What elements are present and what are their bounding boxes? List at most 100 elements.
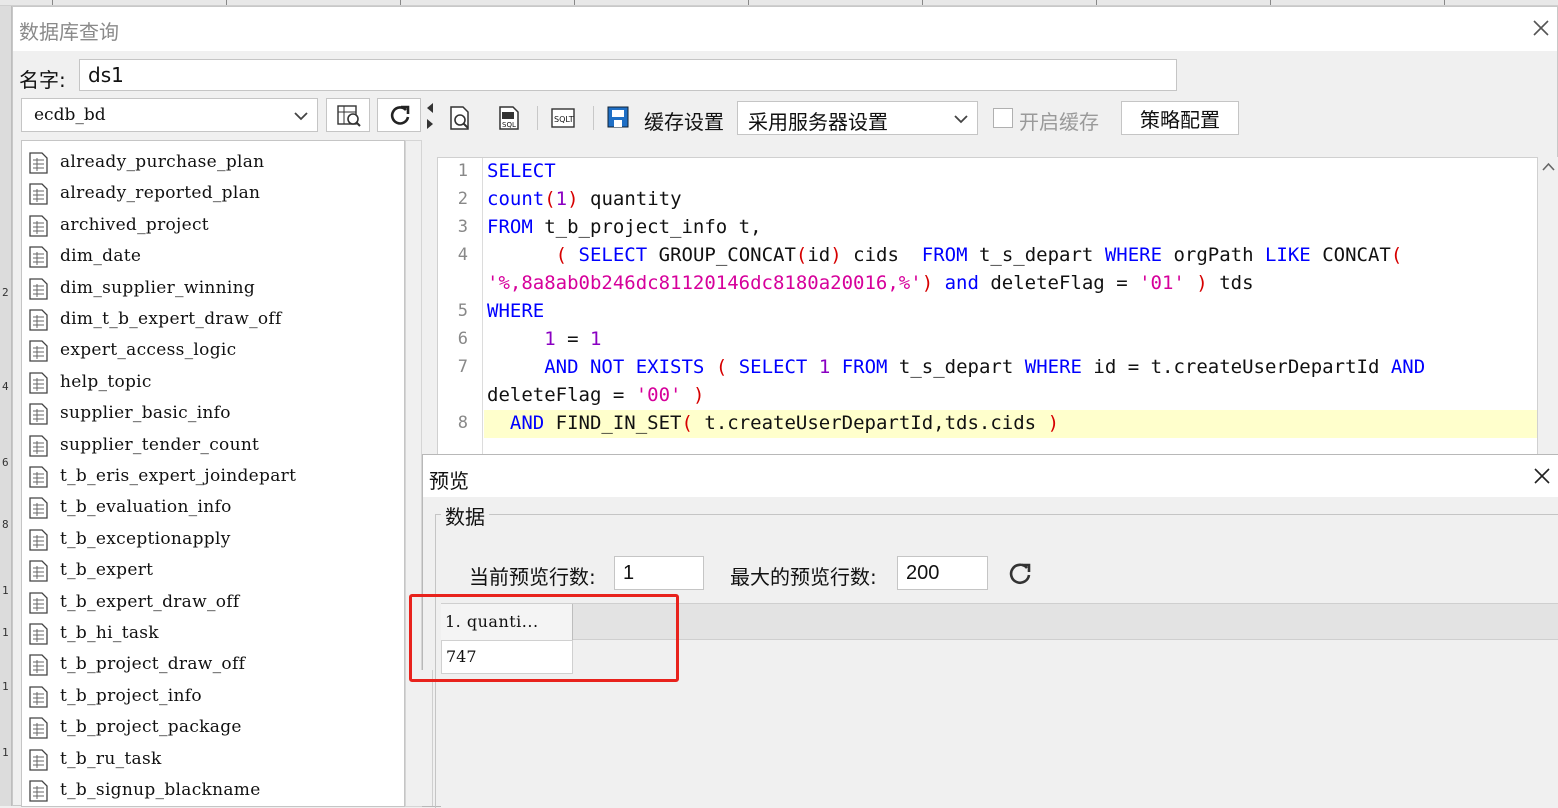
table-name: help_topic xyxy=(60,371,152,392)
cache-mode-select[interactable]: 采用服务器设置 xyxy=(737,101,978,135)
table-name: t_b_project_draw_off xyxy=(60,654,246,675)
code-line: ( SELECT GROUP_CONCAT(id) cids FROM t_s_… xyxy=(555,244,1403,266)
table-list-item[interactable]: t_b_exceptionapply xyxy=(22,524,404,555)
table-list-item[interactable]: already_reported_plan xyxy=(22,178,404,209)
table-icon xyxy=(29,152,48,174)
line-number: 2 xyxy=(457,189,468,209)
table-list-item[interactable]: t_b_project_draw_off xyxy=(22,649,404,680)
refresh-tables-button[interactable] xyxy=(377,98,421,132)
chevron-up-icon xyxy=(1542,162,1555,171)
refresh-icon[interactable] xyxy=(1007,561,1035,589)
table-icon xyxy=(29,623,48,645)
enable-cache-checkbox[interactable] xyxy=(993,108,1013,128)
strip-digit: 1 xyxy=(2,680,9,693)
line-number: 1 xyxy=(457,161,468,181)
table-name: already_reported_plan xyxy=(60,183,261,204)
strip-digit: 2 xyxy=(2,286,9,299)
preview-search-icon[interactable] xyxy=(447,104,475,132)
table-search-icon xyxy=(337,105,361,127)
table-icon xyxy=(29,748,48,771)
table-name: dim_date xyxy=(60,246,142,267)
strip-digit: 1 xyxy=(2,746,9,759)
sql-format-icon[interactable]: SQLT xyxy=(549,104,577,132)
sql-search-button[interactable] xyxy=(326,98,370,132)
code-line: FROM t_b_project_info t, xyxy=(487,216,762,238)
preview-left-scrollbar xyxy=(421,670,433,806)
table-list-item[interactable]: dim_t_b_expert_draw_off xyxy=(22,304,404,335)
table-icon xyxy=(29,246,48,268)
table-name: expert_access_logic xyxy=(60,340,237,361)
cache-mode-value: 采用服务器设置 xyxy=(748,110,888,134)
table-list-item[interactable]: t_b_hi_task xyxy=(22,618,404,649)
line-number: 8 xyxy=(457,413,468,433)
table-list-item[interactable]: t_b_signup_blackname xyxy=(22,775,404,806)
line-number-gutter: 1 2 3 4 5 6 7 8 xyxy=(438,158,483,456)
table-name: archived_project xyxy=(60,214,209,235)
table-icon xyxy=(29,215,48,237)
table-list: already_purchase_plan already_reported_pl… xyxy=(21,140,405,807)
table-list-item[interactable]: help_topic xyxy=(22,367,404,398)
dialog-title: 数据库查询 xyxy=(19,20,119,44)
table-list-item[interactable]: dim_supplier_winning xyxy=(22,273,404,304)
sql-editor[interactable]: 1 2 3 4 5 6 7 8 SELECT count(1) quantity… xyxy=(437,157,1538,457)
table-list-scrollbar[interactable] xyxy=(405,140,422,807)
table-name: t_b_project_package xyxy=(60,717,242,738)
line-number: 6 xyxy=(457,329,468,349)
line-number: 7 xyxy=(457,357,468,377)
table-list-item[interactable]: supplier_basic_info xyxy=(22,398,404,429)
table-list-item[interactable]: t_b_evaluation_info xyxy=(22,492,404,523)
current-rows-label: 当前预览行数: xyxy=(469,565,596,589)
max-rows-input[interactable] xyxy=(897,556,988,590)
table-name: t_b_signup_blackname xyxy=(60,780,261,800)
table-name: t_b_evaluation_info xyxy=(60,497,232,518)
collapse-arrows-icon[interactable] xyxy=(425,101,435,131)
current-rows-input[interactable] xyxy=(614,556,704,590)
table-name: supplier_basic_info xyxy=(60,403,231,424)
database-select[interactable]: ecdb_bd xyxy=(21,98,318,132)
code-line: AND NOT EXISTS ( SELECT 1 FROM t_s_depar… xyxy=(544,356,1426,378)
table-name: dim_supplier_winning xyxy=(60,277,256,298)
line-number: 3 xyxy=(457,217,468,237)
sql-file-icon[interactable]: SQL xyxy=(495,104,523,132)
table-list-item[interactable]: expert_access_logic xyxy=(22,335,404,366)
code-line: count(1) quantity xyxy=(487,188,682,210)
table-list-item[interactable]: t_b_ru_task xyxy=(22,744,404,775)
preview-title: 预览 xyxy=(429,469,469,493)
table-list-item[interactable]: t_b_expert_draw_off xyxy=(22,587,404,618)
policy-config-button[interactable]: 策略配置 xyxy=(1121,101,1239,135)
table-name: t_b_expert xyxy=(60,560,154,581)
close-icon[interactable] xyxy=(1529,16,1553,40)
line-number: 5 xyxy=(457,301,468,321)
table-list-item[interactable]: already_purchase_plan xyxy=(22,147,404,178)
table-name: t_b_ru_task xyxy=(60,748,162,769)
table-list-item[interactable]: archived_project xyxy=(22,210,404,241)
table-icon xyxy=(29,654,48,677)
table-icon xyxy=(29,403,48,425)
table-name: supplier_tender_count xyxy=(60,434,260,455)
table-icon xyxy=(29,277,48,300)
strip-digit: 1 xyxy=(2,626,9,639)
editor-scrollbar[interactable] xyxy=(1538,157,1558,457)
data-group-title: 数据 xyxy=(441,501,489,530)
name-input[interactable] xyxy=(79,59,1177,91)
editor-toolbar: SQL SQLT 缓存设置 采用服务器设置 开启缓存 策略配置 xyxy=(437,98,1558,136)
code-line: WHERE xyxy=(487,300,545,322)
code-line: '%,8a8ab0b246dc81120146dc8180a20016,%') … xyxy=(487,272,1254,294)
cache-settings-icon[interactable] xyxy=(605,104,633,132)
table-list-item[interactable]: t_b_project_package xyxy=(22,712,404,743)
svg-text:SQLT: SQLT xyxy=(554,115,574,124)
table-list-item[interactable]: t_b_project_info xyxy=(22,681,404,712)
table-icon xyxy=(29,780,48,802)
table-list-item[interactable]: t_b_eris_expert_joindepart xyxy=(22,461,404,492)
strip-digit: 1 xyxy=(2,584,9,597)
table-list-item[interactable]: supplier_tender_count xyxy=(22,430,404,461)
code-line: 1 = 1 xyxy=(544,328,602,350)
table-list-item[interactable]: t_b_expert xyxy=(22,555,404,586)
red-highlight-box xyxy=(409,594,679,682)
table-name: t_b_expert_draw_off xyxy=(60,591,240,612)
table-icon xyxy=(29,309,48,331)
table-list-item[interactable]: dim_date xyxy=(22,241,404,272)
close-icon[interactable] xyxy=(1530,464,1554,488)
chevron-down-icon xyxy=(954,115,968,124)
name-row: 名字: xyxy=(13,51,1557,97)
